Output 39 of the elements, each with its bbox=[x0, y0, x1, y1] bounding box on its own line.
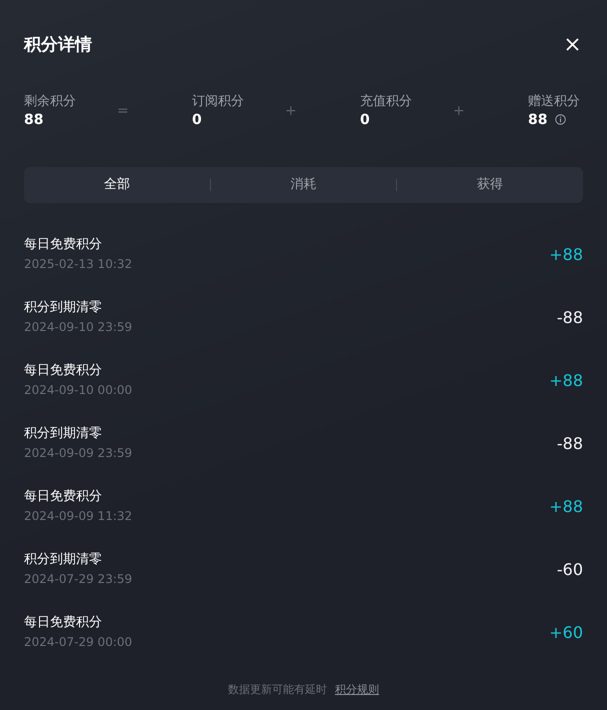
points-label: 剩余积分 bbox=[24, 94, 77, 111]
record-time: 2024-09-09 23:59 bbox=[24, 444, 132, 462]
points-label: 赠送积分 bbox=[528, 94, 581, 111]
record-title: 积分到期清零 bbox=[24, 299, 103, 318]
points-amount: +88 bbox=[549, 244, 583, 266]
points-amount: -88 bbox=[556, 306, 583, 329]
filter-tab[interactable]: 全部 bbox=[24, 167, 210, 204]
points-value: 88 bbox=[528, 110, 548, 130]
record-title: 积分到期清零 bbox=[24, 425, 103, 444]
record-time: 2024-09-10 23:59 bbox=[24, 318, 132, 336]
record-title: 每日免费积分 bbox=[24, 362, 103, 380]
record-title: 每日免费积分 bbox=[24, 614, 103, 632]
record-title: 每日免费积分 bbox=[24, 488, 103, 506]
points-value: 0 bbox=[192, 110, 202, 130]
points-amount: +60 bbox=[549, 622, 583, 644]
points-value: 88 bbox=[24, 110, 44, 130]
points-amount: +88 bbox=[549, 496, 583, 518]
filter-tab[interactable]: 消耗 bbox=[210, 167, 396, 204]
record-time: 2024-07-29 23:59 bbox=[24, 570, 132, 588]
operator-sign: = bbox=[117, 102, 129, 122]
points-amount: -60 bbox=[556, 558, 583, 581]
record-time: 2025-02-13 10:32 bbox=[24, 256, 132, 273]
points-value: 0 bbox=[360, 110, 370, 130]
record-time: 2024-07-29 00:00 bbox=[24, 634, 132, 651]
info-icon[interactable] bbox=[555, 114, 566, 126]
points-amount: -88 bbox=[556, 432, 583, 455]
points-label: 订阅积分 bbox=[192, 94, 245, 111]
record-time: 2024-09-09 11:32 bbox=[24, 508, 132, 525]
record-title: 每日免费积分 bbox=[24, 236, 103, 254]
record-title: 积分到期清零 bbox=[24, 551, 103, 570]
operator-sign: + bbox=[453, 102, 465, 122]
operator-sign: + bbox=[285, 102, 297, 122]
record-time: 2024-09-10 00:00 bbox=[24, 382, 132, 399]
rules-link[interactable]: 积分规则 bbox=[335, 682, 379, 698]
points-amount: +88 bbox=[549, 370, 583, 392]
footer-note: 数据更新可能有延时 bbox=[228, 682, 327, 698]
dialog-title: 积分详情 bbox=[24, 36, 92, 54]
filter-tab[interactable]: 获得 bbox=[397, 167, 584, 204]
points-label: 充值积分 bbox=[360, 94, 413, 111]
